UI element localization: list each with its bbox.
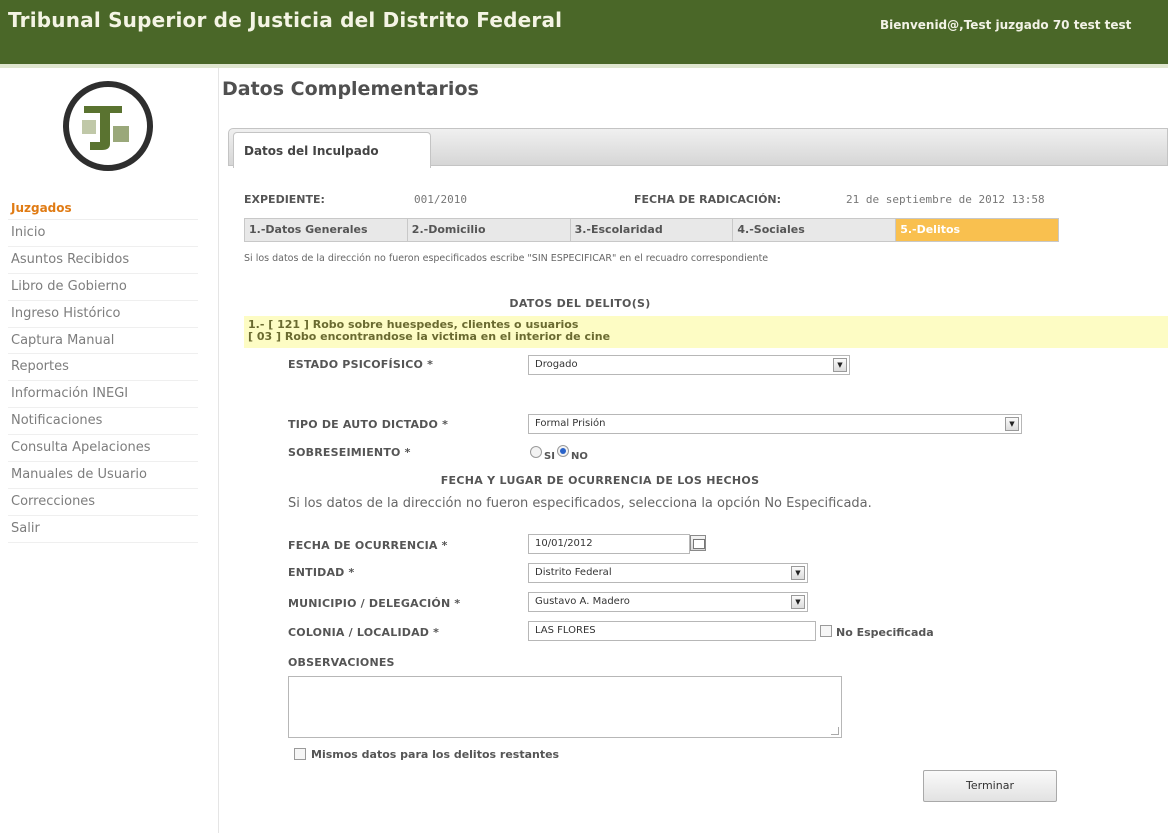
mismos-datos-label: Mismos datos para los delitos restantes bbox=[311, 748, 560, 761]
entidad-value: Distrito Federal bbox=[535, 567, 612, 578]
sobreseimiento-label: SOBRESEIMIENTO * bbox=[288, 446, 411, 459]
chevron-down-icon: ▼ bbox=[791, 566, 805, 580]
header-bar: Tribunal Superior de Justicia del Distri… bbox=[0, 0, 1168, 68]
instruction-note: Si los datos de la dirección no fueron e… bbox=[244, 253, 769, 264]
entidad-label: ENTIDAD * bbox=[288, 566, 355, 579]
step-datos-generales[interactable]: 1.-Datos Generales bbox=[245, 219, 408, 241]
expediente-value: 001/2010 bbox=[414, 193, 467, 206]
terminar-button[interactable]: Terminar bbox=[923, 770, 1057, 802]
sidebar-item-consulta-apelaciones[interactable]: Consulta Apelaciones bbox=[8, 435, 198, 463]
wizard-steps: 1.-Datos Generales 2.-Domicilio 3.-Escol… bbox=[244, 218, 1059, 242]
chevron-down-icon: ▼ bbox=[1005, 417, 1019, 431]
site-title: Tribunal Superior de Justicia del Distri… bbox=[8, 8, 563, 32]
radio-si[interactable] bbox=[530, 446, 542, 458]
fecha-ocurrencia-label: FECHA DE OCURRENCIA * bbox=[288, 539, 448, 552]
delitos-section-title: DATOS DEL DELITO(S) bbox=[509, 297, 651, 310]
municipio-value: Gustavo A. Madero bbox=[535, 596, 630, 607]
delito-line-2: [ 03 ] Robo encontrandose la victima en … bbox=[248, 330, 611, 343]
welcome-user: Bienvenid@,Test juzgado 70 test test bbox=[880, 18, 1132, 32]
sidebar-nav: Juzgados Inicio Asuntos Recibidos Libro … bbox=[8, 196, 198, 543]
page-title: Datos Complementarios bbox=[222, 78, 479, 100]
step-sociales[interactable]: 4.-Sociales bbox=[733, 219, 897, 241]
sidebar-item-informacion-inegi[interactable]: Información INEGI bbox=[8, 381, 198, 409]
expediente-label: EXPEDIENTE: bbox=[244, 193, 325, 206]
tipo-auto-value: Formal Prisión bbox=[535, 418, 606, 429]
sidebar-divider bbox=[218, 68, 219, 833]
fecha-lugar-title: FECHA Y LUGAR DE OCURRENCIA DE LOS HECHO… bbox=[440, 474, 760, 487]
tipo-auto-label: TIPO DE AUTO DICTADO * bbox=[288, 418, 449, 431]
observaciones-textarea[interactable] bbox=[288, 676, 842, 738]
no-especificada-label: No Especificada bbox=[836, 626, 934, 639]
colonia-input[interactable]: LAS FLORES bbox=[528, 621, 816, 641]
municipio-select[interactable]: Gustavo A. Madero ▼ bbox=[528, 592, 808, 612]
colonia-label: COLONIA / LOCALIDAD * bbox=[288, 626, 440, 639]
fecha-radicacion-value: 21 de septiembre de 2012 13:58 bbox=[846, 193, 1045, 206]
sidebar-section-juzgados: Juzgados bbox=[8, 196, 198, 220]
calendar-icon[interactable] bbox=[690, 535, 706, 551]
fecha-ocurrencia-input[interactable]: 10/01/2012 bbox=[528, 534, 690, 554]
tribunal-logo bbox=[63, 81, 153, 171]
tab-datos-del-inculpado[interactable]: Datos del Inculpado bbox=[233, 132, 431, 168]
chevron-down-icon: ▼ bbox=[833, 358, 847, 372]
radio-si-label: SI bbox=[544, 451, 555, 462]
step-escolaridad[interactable]: 3.-Escolaridad bbox=[570, 219, 734, 241]
sidebar-item-captura-manual[interactable]: Captura Manual bbox=[8, 328, 198, 355]
no-especificada-checkbox[interactable] bbox=[820, 625, 832, 637]
sidebar-item-salir[interactable]: Salir bbox=[8, 516, 198, 543]
entidad-select[interactable]: Distrito Federal ▼ bbox=[528, 563, 808, 583]
chevron-down-icon: ▼ bbox=[791, 595, 805, 609]
municipio-label: MUNICIPIO / DELEGACIÓN * bbox=[288, 597, 461, 610]
estado-psicofisico-value: Drogado bbox=[535, 359, 578, 370]
tab-bar: Datos del Inculpado bbox=[228, 128, 1168, 168]
step-domicilio[interactable]: 2.-Domicilio bbox=[407, 219, 571, 241]
sidebar-item-inicio[interactable]: Inicio bbox=[8, 220, 198, 247]
sidebar-item-libro-de-gobierno[interactable]: Libro de Gobierno bbox=[8, 274, 198, 301]
tipo-auto-select[interactable]: Formal Prisión ▼ bbox=[528, 414, 1022, 434]
mismos-datos-checkbox[interactable] bbox=[294, 748, 306, 760]
step-delitos[interactable]: 5.-Delitos bbox=[896, 219, 1058, 241]
estado-psicofisico-label: ESTADO PSICOFÍSICO * bbox=[288, 358, 434, 371]
estado-psicofisico-select[interactable]: Drogado ▼ bbox=[528, 355, 850, 375]
resize-grip-icon[interactable] bbox=[831, 727, 839, 735]
radio-no[interactable] bbox=[557, 445, 569, 457]
observaciones-label: OBSERVACIONES bbox=[288, 656, 395, 669]
delito-highlight: 1.- [ 121 ] Robo sobre huespedes, client… bbox=[244, 316, 1168, 348]
sidebar-item-manuales-de-usuario[interactable]: Manuales de Usuario bbox=[8, 462, 198, 489]
sidebar-item-reportes[interactable]: Reportes bbox=[8, 354, 198, 382]
sidebar-item-notificaciones[interactable]: Notificaciones bbox=[8, 408, 198, 436]
radio-no-label: NO bbox=[571, 451, 588, 462]
fecha-radicacion-label: FECHA DE RADICACIÓN: bbox=[634, 193, 782, 206]
sidebar-item-correcciones[interactable]: Correcciones bbox=[8, 489, 198, 516]
direccion-info-text: Si los datos de la dirección no fueron e… bbox=[288, 496, 872, 511]
sidebar-item-asuntos-recibidos[interactable]: Asuntos Recibidos bbox=[8, 247, 198, 274]
sidebar-item-ingreso-historico[interactable]: Ingreso Histórico bbox=[8, 301, 198, 328]
